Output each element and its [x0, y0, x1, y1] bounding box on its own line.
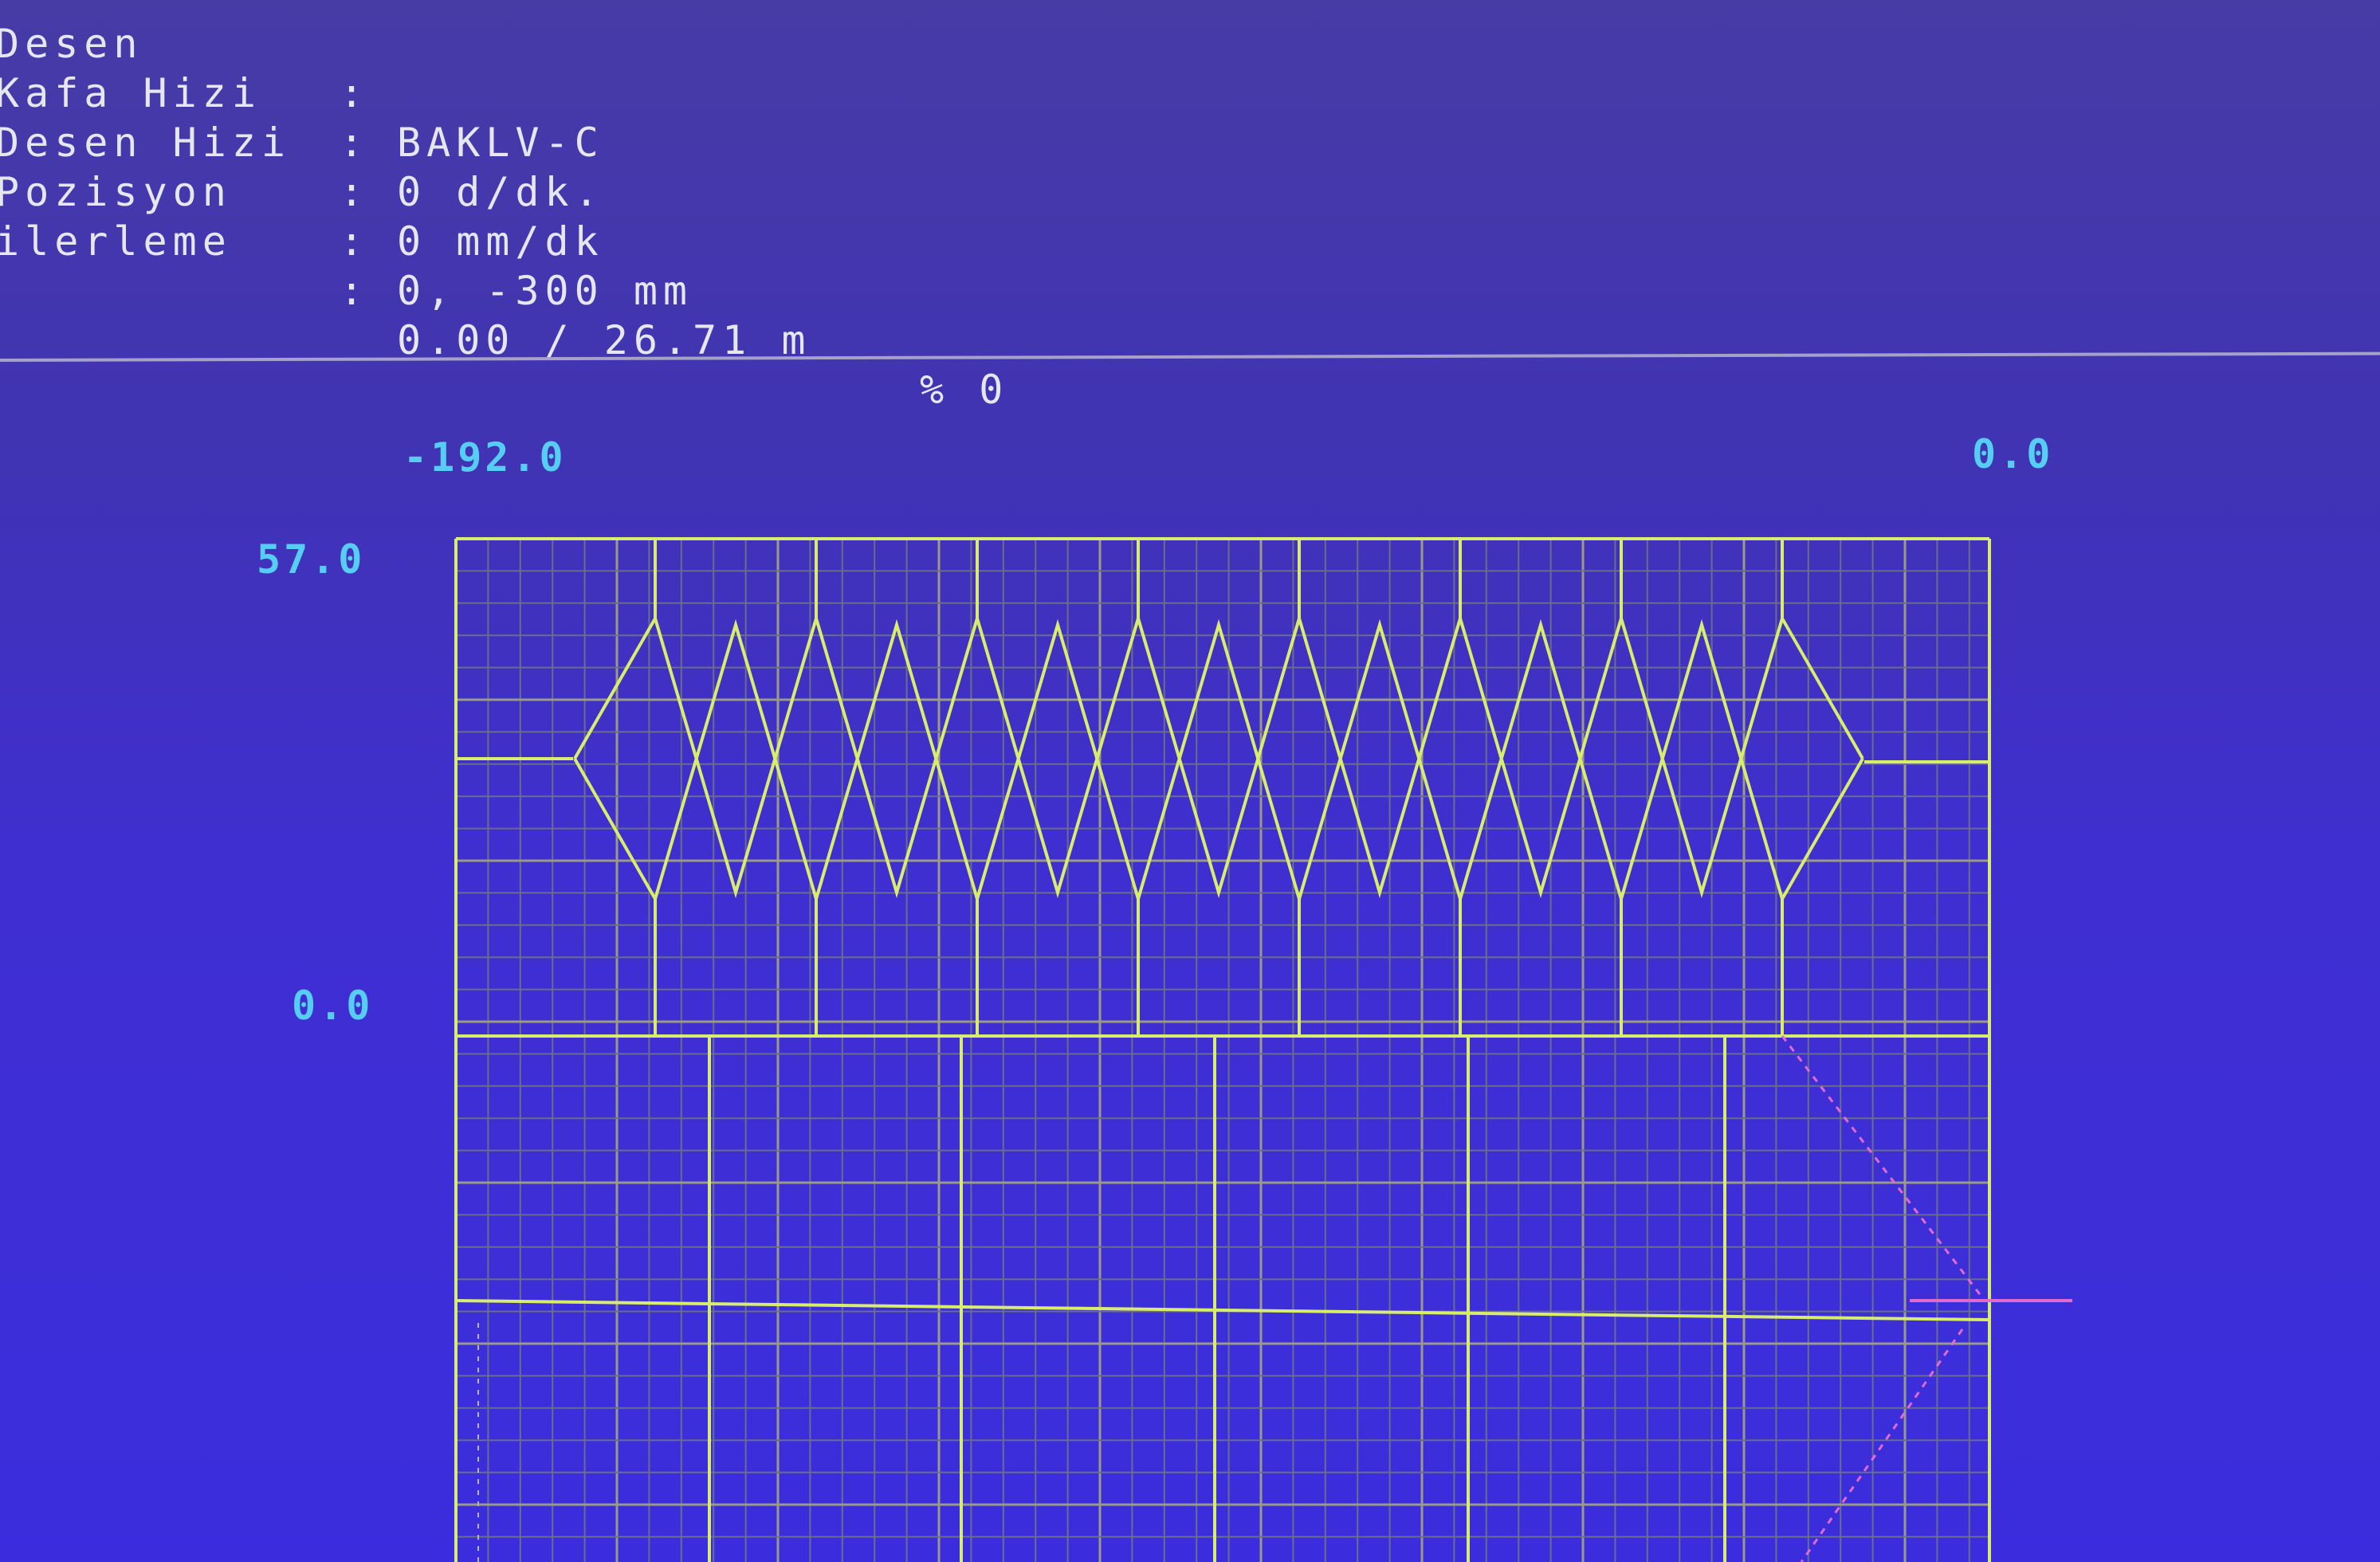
pattern-plot: [454, 537, 2072, 1562]
machine-screen: Desen : BAKLV-C Kafa Hizi : 0 d/dk. Dese…: [0, 0, 2380, 1562]
lower-band-line: [455, 1299, 1990, 1321]
marker-diagonal-upper: [1781, 1035, 1986, 1301]
diamond-zigzag-lower: [573, 618, 1864, 905]
diamond-zigzag-upper: [573, 612, 1864, 899]
position-marker: [477, 1035, 2072, 1562]
marker-diagonal-lower: [1800, 1328, 1964, 1562]
